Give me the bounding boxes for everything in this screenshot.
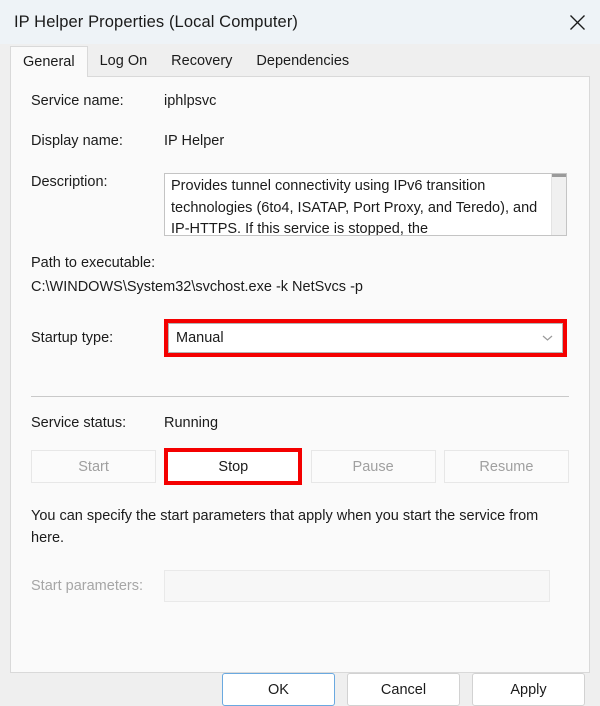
tab-general[interactable]: General: [10, 46, 88, 77]
section-divider: [31, 396, 569, 397]
display-name-row: Display name: IP Helper: [31, 132, 569, 150]
description-label: Description:: [31, 174, 108, 190]
description-row: Description: Provides tunnel connectivit…: [31, 173, 569, 236]
tab-dependencies[interactable]: Dependencies: [244, 46, 361, 76]
startup-type-row: Startup type: Manual: [31, 319, 569, 357]
service-name-label: Service name:: [31, 93, 124, 109]
resume-button[interactable]: Resume: [443, 450, 569, 483]
resume-button-label: Resume: [479, 458, 534, 475]
title-bar: IP Helper Properties (Local Computer): [0, 0, 600, 44]
start-parameters-help-text: You can specify the start parameters tha…: [31, 508, 539, 546]
start-parameters-label: Start parameters:: [31, 578, 144, 594]
start-button[interactable]: Start: [31, 450, 157, 483]
path-to-executable-value: C:\WINDOWS\System32\svchost.exe -k NetSv…: [31, 279, 363, 295]
window-title: IP Helper Properties (Local Computer): [14, 12, 299, 31]
close-button[interactable]: [554, 0, 600, 44]
description-text: Provides tunnel connectivity using IPv6 …: [171, 178, 538, 236]
service-name-value: iphlpsvc: [164, 93, 217, 109]
general-tab-panel: Service name: iphlpsvc Display name: IP …: [10, 76, 590, 673]
startup-type-dropdown[interactable]: Manual: [168, 323, 563, 353]
display-name-label: Display name:: [31, 133, 123, 149]
startup-type-label: Startup type:: [31, 330, 114, 346]
stop-button-label: Stop: [218, 458, 249, 475]
stop-button-highlight: Stop: [164, 448, 303, 485]
close-icon: [569, 14, 586, 31]
start-parameters-input[interactable]: [164, 570, 550, 602]
tab-strip: General Log On Recovery Dependencies: [0, 44, 600, 77]
display-name-value: IP Helper: [164, 133, 225, 149]
service-name-row: Service name: iphlpsvc: [31, 92, 569, 110]
tab-log-on-label: Log On: [99, 53, 148, 69]
description-scrollbar[interactable]: [551, 174, 566, 235]
startup-type-value: Manual: [176, 330, 224, 346]
description-scroll-thumb[interactable]: [552, 174, 566, 177]
stop-button[interactable]: Stop: [168, 452, 299, 481]
tab-dependencies-label: Dependencies: [256, 53, 350, 69]
service-properties-dialog: IP Helper Properties (Local Computer) Ge…: [0, 0, 600, 706]
tab-recovery-label: Recovery: [171, 53, 233, 69]
tab-recovery[interactable]: Recovery: [159, 46, 244, 76]
startup-type-highlight: Manual: [164, 319, 567, 357]
service-status-row: Service status: Running: [31, 414, 569, 432]
service-status-label: Service status:: [31, 415, 127, 431]
pause-button-label: Pause: [352, 458, 394, 475]
service-control-buttons: Start Stop Pause Resume: [31, 448, 569, 485]
pause-button[interactable]: Pause: [310, 450, 436, 483]
service-status-value: Running: [164, 415, 219, 431]
path-to-executable-label: Path to executable:: [31, 255, 156, 271]
chevron-down-icon: [542, 335, 553, 342]
tab-general-label: General: [23, 54, 75, 70]
tab-log-on[interactable]: Log On: [88, 46, 160, 76]
start-button-label: Start: [78, 458, 109, 475]
description-box[interactable]: Provides tunnel connectivity using IPv6 …: [164, 173, 567, 236]
start-parameters-row: Start parameters:: [31, 570, 569, 602]
